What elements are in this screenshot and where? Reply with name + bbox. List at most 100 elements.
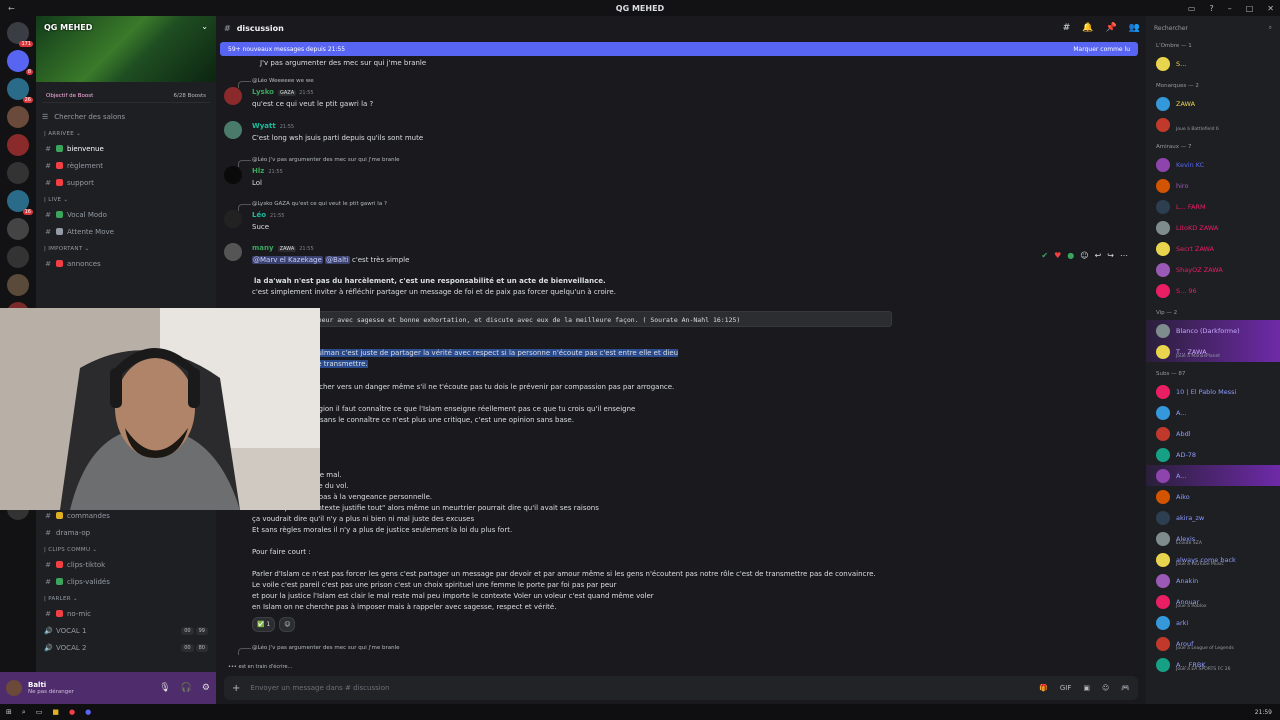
member-item[interactable]: Arouf Joue à League of Legends bbox=[1146, 633, 1280, 654]
plus-icon[interactable]: + bbox=[232, 683, 240, 694]
bell-icon[interactable]: 🔔 bbox=[1082, 23, 1093, 33]
category-header[interactable]: | ARRIVEE ⌄ bbox=[44, 131, 216, 137]
server-icon[interactable] bbox=[7, 162, 29, 184]
member-item[interactable]: A... bbox=[1146, 402, 1280, 423]
member-item[interactable]: S... bbox=[1146, 53, 1280, 74]
add-reaction-icon[interactable]: ☺ bbox=[1080, 251, 1088, 260]
server-icon[interactable] bbox=[7, 274, 29, 296]
avatar[interactable] bbox=[6, 680, 22, 696]
server-icon[interactable]: 8 bbox=[7, 50, 33, 75]
browse-channels[interactable]: ☰ Chercher des salons bbox=[42, 113, 210, 121]
sticker-icon[interactable]: ▣ bbox=[1083, 684, 1090, 692]
member-item[interactable]: Alexis Écoute SZA bbox=[1146, 528, 1280, 549]
server-icon[interactable] bbox=[7, 134, 29, 156]
member-item[interactable]: Secrt ZAWA bbox=[1146, 238, 1280, 259]
message-input[interactable]: + Envoyer un message dans # discussion 🎁… bbox=[224, 676, 1138, 700]
check-reaction-icon[interactable]: ✔ bbox=[1041, 251, 1048, 260]
user-mention[interactable]: @Marv el Kazekage bbox=[252, 256, 323, 264]
server-icon[interactable] bbox=[7, 218, 29, 240]
server-icon[interactable]: 171 bbox=[7, 22, 33, 47]
avatar[interactable] bbox=[224, 166, 242, 184]
member-item[interactable]: T... ZAWA Joue à ManasPlanet bbox=[1146, 341, 1280, 362]
explorer-icon[interactable]: ■ bbox=[52, 708, 59, 716]
member-item[interactable]: ZAWA bbox=[1146, 93, 1280, 114]
member-item[interactable]: S... 96 bbox=[1146, 280, 1280, 301]
browser-icon[interactable]: ● bbox=[69, 708, 75, 716]
server-banner[interactable]: QG MEHED ⌄ bbox=[36, 16, 216, 82]
reply-preview[interactable]: @Léo J'v pas argumenter des mec sur qui … bbox=[238, 643, 400, 655]
emoji-icon[interactable]: ☺ bbox=[1102, 684, 1109, 692]
channel-item[interactable]: # règlement bbox=[36, 157, 216, 174]
member-item[interactable]: Abdl bbox=[1146, 423, 1280, 444]
category-header[interactable]: | IMPORTANT ⌄ bbox=[44, 246, 216, 252]
member-item[interactable]: hiro bbox=[1146, 175, 1280, 196]
search-icon[interactable]: ⌕ bbox=[22, 708, 26, 717]
member-item[interactable]: L... FARM bbox=[1146, 196, 1280, 217]
boost-goal[interactable]: Objectif de Boost 6/28 Boosts bbox=[42, 90, 210, 103]
gear-icon[interactable]: ⚙ bbox=[202, 683, 210, 693]
channel-clips-tiktok[interactable]: # clips-tiktok bbox=[36, 556, 216, 573]
username[interactable]: Léo bbox=[252, 211, 266, 219]
member-item[interactable]: Anakin bbox=[1146, 570, 1280, 591]
pin-icon[interactable]: 📌 bbox=[1106, 23, 1117, 33]
mark-read-button[interactable]: Marquer comme lu bbox=[1073, 46, 1130, 53]
threads-icon[interactable]: # bbox=[1063, 23, 1071, 33]
windows-icon[interactable]: ⊞ bbox=[6, 708, 12, 716]
member-item[interactable]: Kevin KC bbox=[1146, 154, 1280, 175]
category-clips[interactable]: | CLIPS COMMU ⌄ bbox=[44, 547, 216, 553]
member-item[interactable]: Aiko bbox=[1146, 486, 1280, 507]
member-item[interactable]: A... bbox=[1146, 465, 1280, 486]
headphones-icon[interactable]: 🎧 bbox=[181, 683, 192, 693]
reply-preview[interactable]: @Léo Weeeeee we we bbox=[238, 76, 314, 88]
members-icon[interactable]: 👥 bbox=[1129, 23, 1140, 33]
category-header[interactable]: | LIVE ⌄ bbox=[44, 197, 216, 203]
channel-no-mic[interactable]: # no-mic bbox=[36, 605, 216, 622]
reaction-check[interactable]: ✅ 1 bbox=[252, 617, 276, 632]
inbox-icon[interactable]: ▭ bbox=[1188, 4, 1196, 13]
heart-reaction-icon[interactable]: ♥ bbox=[1054, 251, 1061, 260]
username[interactable]: Hlz bbox=[252, 167, 264, 175]
server-icon[interactable]: 16 bbox=[7, 190, 33, 215]
close-icon[interactable]: ✕ bbox=[1267, 4, 1274, 13]
category-parler[interactable]: | PARLER ⌄ bbox=[44, 596, 216, 602]
channel-item[interactable]: # annonces bbox=[36, 255, 216, 272]
member-item[interactable]: Blanco (Darkforme) bbox=[1146, 320, 1280, 341]
channel-item[interactable]: # Attente Move bbox=[36, 223, 216, 240]
avatar[interactable] bbox=[224, 87, 242, 105]
server-icon[interactable] bbox=[7, 106, 29, 128]
reply-preview[interactable]: @Léo J'v pas argumenter des mec sur qui … bbox=[238, 155, 400, 167]
new-messages-bar[interactable]: 59+ nouveaux messages depuis 21:55 Marqu… bbox=[220, 42, 1138, 56]
avatar[interactable] bbox=[224, 243, 242, 261]
member-item[interactable]: AD-78 bbox=[1146, 444, 1280, 465]
reply-preview[interactable]: @Lysko GAZA qu'est ce qui veut le ptit g… bbox=[238, 199, 387, 211]
add-reaction-icon[interactable]: ☺ bbox=[279, 617, 296, 632]
channel-drama-op[interactable]: # drama-op bbox=[36, 524, 216, 541]
member-item[interactable]: Joue à Battlefield 6 bbox=[1146, 114, 1280, 135]
discord-icon[interactable]: ● bbox=[85, 708, 91, 716]
member-item[interactable]: 10 | El Pablo Messi bbox=[1146, 381, 1280, 402]
member-item[interactable]: akira_zw bbox=[1146, 507, 1280, 528]
mic-icon[interactable]: 🎙 bbox=[159, 683, 170, 693]
channel-item[interactable]: # bienvenue bbox=[36, 140, 216, 157]
avatar[interactable] bbox=[224, 121, 242, 139]
task-view-icon[interactable]: ▭ bbox=[36, 708, 43, 716]
channel-vocal-2[interactable]: 🔊 VOCAL 2 00 80 bbox=[36, 639, 216, 656]
chevron-down-icon[interactable]: ⌄ bbox=[201, 22, 208, 31]
member-item[interactable]: ShayOZ ZAWA bbox=[1146, 259, 1280, 280]
username[interactable]: Wyatt bbox=[252, 122, 276, 130]
reply-icon[interactable]: ↩ bbox=[1095, 251, 1102, 260]
channel-item[interactable]: # support bbox=[36, 174, 216, 191]
avatar[interactable] bbox=[224, 210, 242, 228]
minimize-icon[interactable]: – bbox=[1228, 4, 1232, 13]
server-icon[interactable] bbox=[7, 246, 29, 268]
gift-icon[interactable]: 🎁 bbox=[1039, 684, 1048, 692]
member-item[interactable]: always come back Joue à YouTube Music bbox=[1146, 549, 1280, 570]
member-search[interactable]: Rechercher ⌕ bbox=[1154, 22, 1272, 34]
username[interactable]: Lysko bbox=[252, 88, 274, 96]
apps-icon[interactable]: 🎮 bbox=[1121, 684, 1130, 692]
member-item[interactable]: A... FRBK Joue à EA SPORTS FC 26 bbox=[1146, 654, 1280, 675]
member-item[interactable]: Anouar Joue à Roblox bbox=[1146, 591, 1280, 612]
gif-icon[interactable]: GIF bbox=[1060, 684, 1072, 692]
user-mention[interactable]: @Balti bbox=[325, 256, 350, 264]
more-icon[interactable]: ⋯ bbox=[1120, 251, 1128, 260]
